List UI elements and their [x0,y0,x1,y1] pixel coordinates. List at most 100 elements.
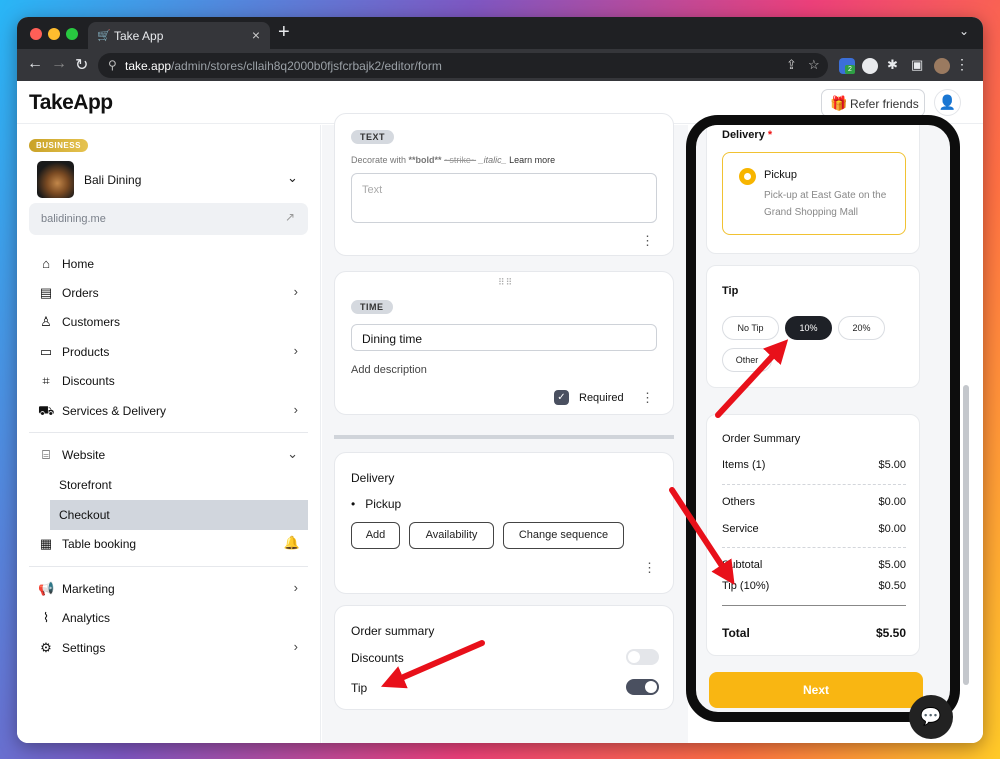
sidebar-item-services-delivery[interactable]: ⛟ Services & Delivery › [29,397,308,425]
next-button[interactable]: Next [709,672,923,708]
extension-icon[interactable]: 2 [839,58,855,74]
summary-row-items: Items (1) $5.00 [722,459,906,471]
chevron-down-icon: ⌄ [287,446,298,461]
new-tab-button[interactable]: + [278,21,290,44]
add-description-link[interactable]: Add description [351,364,427,376]
card-more-options-icon[interactable]: ⋮ [643,560,656,576]
required-checkbox[interactable]: ✓ [554,390,569,405]
summary-row-label: Items (1) [722,459,766,471]
order-summary-settings-card: Order summary Discounts Tip [334,605,674,710]
back-arrow-icon[interactable]: ← [27,55,43,73]
refer-friends-label: Refer friends [850,97,919,111]
site-info-icon[interactable]: ⚲ [108,58,117,72]
url-path: /admin/stores/cllaih8q2000b0fjsfcrbajk2/… [171,59,442,73]
preview-scrollbar-thumb[interactable] [963,385,969,685]
sidebar-item-home[interactable]: ⌂ Home [29,250,308,278]
availability-button[interactable]: Availability [409,522,494,549]
learn-more-link[interactable]: Learn more [509,155,555,165]
add-delivery-button[interactable]: Add [351,522,400,549]
summary-row-label: Subtotal [722,559,763,571]
sidebar-item-customers[interactable]: ♙ Customers [29,308,308,336]
sidebar-item-checkout[interactable]: Checkout [50,500,308,530]
calendar-icon: ▦ [39,536,53,551]
tip-option-20[interactable]: 20% [838,316,885,340]
sidebar-item-label: Customers [62,315,121,329]
browser-tab[interactable]: 🛒 Take App × [88,22,270,49]
maximize-window-icon[interactable] [66,28,78,40]
preview-delivery-title: Delivery * [722,129,772,141]
hint-bold: **bold** [408,155,442,165]
sidebar-item-label: Analytics [62,611,111,625]
user-account-icon[interactable]: 👤 [934,89,961,116]
refer-friends-button[interactable]: 🎁 Refer friends [821,89,925,117]
summary-row-value: $0.50 [878,580,906,592]
chevron-right-icon: › [293,402,298,417]
discounts-setting-label: Discounts [351,651,404,665]
sidebar-item-storefront[interactable]: Storefront [29,471,308,499]
profile-avatar[interactable] [934,58,950,74]
store-name[interactable]: Bali Dining [84,173,141,187]
drag-handle-icon[interactable]: ⠿⠿ [498,277,513,288]
external-link-icon[interactable]: ↗ [285,210,295,224]
store-domain-link[interactable]: balidining.me ↗ [29,203,308,235]
minimize-window-icon[interactable] [48,28,60,40]
text-field-textarea[interactable]: Text [351,173,657,223]
browser-menu-icon[interactable]: ⋮ [955,56,969,73]
summary-row-value: $0.00 [878,496,906,508]
tag-icon: ⌗ [42,373,50,388]
person-icon: ♙ [40,314,52,329]
gift-icon: 🎁 [830,95,848,111]
pickup-option-name: Pickup [764,169,798,181]
plan-badge: BUSINESS [29,139,88,152]
time-field-label-input[interactable]: Dining time [351,324,657,351]
hint-italic: _italic_ [478,155,507,165]
delivery-card-title: Delivery [351,471,395,485]
tip-option-10[interactable]: 10% [785,316,832,340]
time-field-card: ⠿⠿ TIME Dining time Add description ✓ Re… [334,271,674,415]
field-more-options-icon[interactable]: ⋮ [641,233,654,249]
tip-toggle[interactable] [626,679,659,695]
preview-tip-title: Tip [722,285,739,297]
share-icon[interactable]: ⇪ [786,57,797,73]
sidebar-item-marketing[interactable]: 📢 Marketing › [29,575,308,603]
puzzle-extensions-icon[interactable]: ✱ [887,57,898,73]
sidebar-item-orders[interactable]: ▤ Orders › [29,279,308,307]
pickup-option[interactable]: Pickup Pick-up at East Gate on the Grand… [722,152,906,235]
summary-row-others: Others $0.00 [722,496,906,508]
delivery-card: Delivery • Pickup Add Availability Chang… [334,452,674,594]
sidebar-item-products[interactable]: ▭ Products › [29,338,308,366]
side-panel-icon[interactable]: ▣ [911,57,923,73]
bookmark-star-icon[interactable]: ☆ [808,57,820,73]
delivery-option-label: Pickup [365,497,402,511]
takeapp-logo[interactable]: TakeApp [29,91,113,115]
sidebar-item-label: Orders [62,286,99,300]
address-bar[interactable]: ⚲ take.app/admin/stores/cllaih8q2000b0fj… [98,53,828,78]
sidebar-item-website[interactable]: ⌸ Website ⌄ [29,441,308,469]
reload-icon[interactable]: ↻ [75,55,88,75]
summary-row-label: Tip (10%) [722,580,770,592]
chat-bubble-icon[interactable]: 💬 [909,695,953,739]
globe-extension-icon[interactable] [862,58,878,74]
sidebar-item-discounts[interactable]: ⌗ Discounts [29,367,308,395]
tab-search-chevron-icon[interactable]: ⌄ [959,24,969,38]
change-sequence-button[interactable]: Change sequence [503,522,624,549]
field-more-options-icon[interactable]: ⋮ [641,390,654,406]
sidebar-item-table-booking[interactable]: ▦ Table booking 🔔 [29,530,308,558]
home-icon: ⌂ [42,256,50,271]
discounts-toggle[interactable] [626,649,659,665]
take-app: TakeApp 🎁 Refer friends 👤 BUSINESS Bali … [17,81,983,743]
store-icon: ⌸ [42,447,50,462]
store-switcher-chevron-icon[interactable]: ⌄ [287,170,298,186]
sidebar-item-analytics[interactable]: ⌇ Analytics [29,604,308,632]
tip-option-other[interactable]: Other [722,348,772,372]
sidebar: BUSINESS Bali Dining ⌄ balidining.me ↗ ⌂… [17,125,321,743]
tip-option-no-tip[interactable]: No Tip [722,316,779,340]
forward-arrow-icon[interactable]: → [51,55,67,73]
close-window-icon[interactable] [30,28,42,40]
pickup-radio[interactable] [739,168,756,185]
sidebar-item-settings[interactable]: ⚙ Settings › [29,634,308,662]
summary-row-value: $5.50 [875,626,906,640]
browser-tab-bar: 🛒 Take App × + ⌄ [17,17,983,49]
tab-close-icon[interactable]: × [252,27,260,43]
sidebar-item-label: Website [62,448,106,462]
